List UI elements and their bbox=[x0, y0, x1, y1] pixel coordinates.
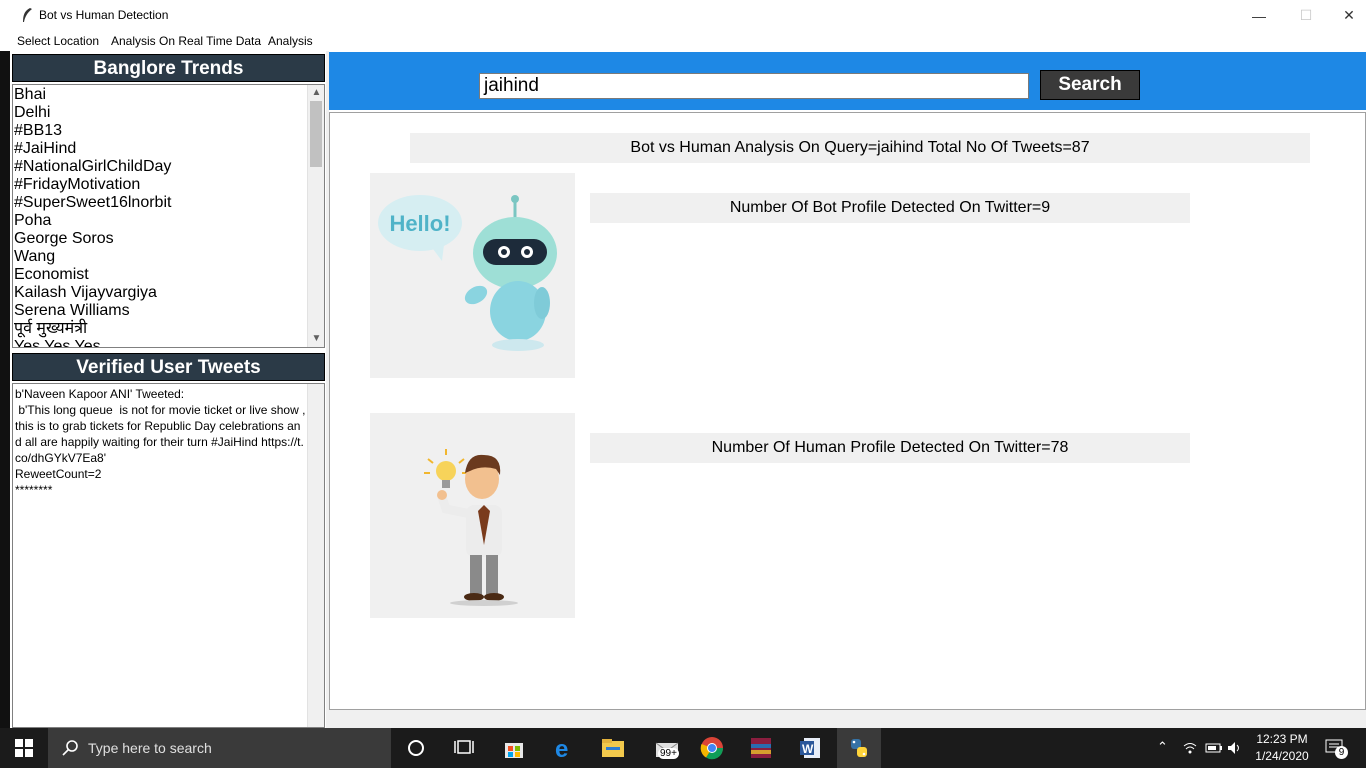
trend-item[interactable]: George Soros bbox=[14, 230, 308, 248]
scroll-down-icon[interactable]: ▼ bbox=[308, 331, 324, 347]
human-count-label: Number Of Human Profile Detected On Twit… bbox=[590, 433, 1190, 463]
trend-item[interactable]: #FridayMotivation bbox=[14, 176, 308, 194]
file-explorer-icon[interactable] bbox=[598, 734, 628, 762]
cortana-icon[interactable] bbox=[401, 734, 431, 762]
menu-select-location[interactable]: Select Location bbox=[17, 34, 99, 48]
verified-scrollbar[interactable] bbox=[307, 384, 324, 727]
analysis-panel: Bot vs Human Analysis On Query=jaihind T… bbox=[329, 112, 1366, 710]
notification-icon[interactable]: 9 bbox=[1320, 734, 1350, 762]
verified-tweets-text: b'Naveen Kapoor ANI' Tweeted: b'This lon… bbox=[15, 387, 306, 497]
trend-item[interactable]: #SuperSweet16lnorbit bbox=[14, 194, 308, 212]
taskbar-search-placeholder: Type here to search bbox=[88, 740, 212, 756]
human-image bbox=[370, 413, 575, 618]
svg-text:W: W bbox=[802, 742, 814, 756]
search-icon bbox=[62, 740, 78, 756]
search-button[interactable]: Search bbox=[1040, 70, 1140, 100]
menu-bar: Select Location Analysis On Real Time Da… bbox=[0, 31, 1366, 51]
trends-scrollbar[interactable]: ▲ ▼ bbox=[307, 85, 324, 347]
clock-time: 12:23 PM bbox=[1256, 732, 1308, 746]
battery-icon[interactable] bbox=[1205, 742, 1223, 754]
mail-badge: 99+ bbox=[658, 748, 679, 759]
verified-tweets-heading: Verified User Tweets bbox=[12, 353, 325, 381]
taskbar: Type here to search e 99+ W ⌃ 12:23 PM 1… bbox=[0, 728, 1366, 768]
search-bar: jaihind Search bbox=[329, 52, 1366, 110]
clock-date: 1/24/2020 bbox=[1255, 749, 1309, 763]
bottom-strip bbox=[329, 710, 1366, 728]
word-icon[interactable]: W bbox=[795, 734, 825, 762]
trends-heading: Banglore Trends bbox=[12, 54, 325, 82]
system-tray: ⌃ bbox=[1155, 728, 1245, 768]
title-bar: Bot vs Human Detection — ☐ ✕ bbox=[0, 0, 1366, 31]
person-icon bbox=[424, 449, 518, 606]
python-app-icon[interactable] bbox=[837, 728, 881, 768]
trend-item[interactable]: Poha bbox=[14, 212, 308, 230]
chevron-up-icon[interactable]: ⌃ bbox=[1157, 739, 1168, 755]
trend-item[interactable]: Economist bbox=[14, 266, 308, 284]
trend-item[interactable]: #JaiHind bbox=[14, 140, 308, 158]
trend-item[interactable]: Serena Williams bbox=[14, 302, 308, 320]
trend-item[interactable]: Delhi bbox=[14, 104, 308, 122]
trend-item[interactable]: Yes Yes Yes bbox=[14, 338, 308, 347]
trend-item[interactable]: पूर्व मुख्यमंत्री bbox=[14, 320, 308, 338]
close-button[interactable]: ✕ bbox=[1326, 0, 1366, 31]
trends-listbox[interactable]: Bhai Delhi #BB13 #JaiHind #NationalGirlC… bbox=[12, 84, 325, 348]
menu-analysis[interactable]: Analysis bbox=[268, 34, 313, 48]
search-input[interactable]: jaihind bbox=[479, 73, 1029, 99]
mail-icon[interactable]: 99+ bbox=[648, 734, 688, 762]
trend-item[interactable]: #NationalGirlChildDay bbox=[14, 158, 308, 176]
window-title: Bot vs Human Detection bbox=[39, 8, 169, 22]
store-icon[interactable] bbox=[499, 734, 529, 762]
volume-icon[interactable] bbox=[1227, 741, 1243, 755]
scroll-thumb[interactable] bbox=[310, 101, 322, 167]
menu-real-time-analysis[interactable]: Analysis On Real Time Data bbox=[111, 34, 261, 48]
scroll-up-icon[interactable]: ▲ bbox=[308, 85, 324, 101]
chrome-icon[interactable] bbox=[697, 734, 727, 762]
maximize-button[interactable]: ☐ bbox=[1283, 0, 1329, 31]
windows-start-icon[interactable] bbox=[0, 728, 48, 768]
task-view-icon[interactable] bbox=[449, 734, 479, 762]
svg-text:e: e bbox=[555, 736, 568, 760]
analysis-title: Bot vs Human Analysis On Query=jaihind T… bbox=[410, 133, 1310, 163]
wifi-icon[interactable] bbox=[1183, 741, 1197, 755]
trend-item[interactable]: #BB13 bbox=[14, 122, 308, 140]
minimize-button[interactable]: — bbox=[1236, 0, 1282, 31]
trend-item[interactable]: Kailash Vijayvargiya bbox=[14, 284, 308, 302]
notification-count: 9 bbox=[1335, 746, 1348, 759]
trend-item[interactable]: Wang bbox=[14, 248, 308, 266]
taskbar-clock[interactable]: 12:23 PM 1/24/2020 bbox=[1248, 731, 1316, 765]
hello-bubble-text: Hello! bbox=[389, 211, 450, 236]
edge-browser-icon[interactable]: e bbox=[549, 734, 579, 762]
left-edge-strip bbox=[0, 51, 10, 728]
winrar-icon[interactable] bbox=[746, 734, 776, 762]
bot-count-label: Number Of Bot Profile Detected On Twitte… bbox=[590, 193, 1190, 223]
taskbar-search-box[interactable]: Type here to search bbox=[48, 728, 391, 768]
verified-tweets-textbox[interactable]: b'Naveen Kapoor ANI' Tweeted: b'This lon… bbox=[12, 383, 325, 728]
bot-image: Hello! bbox=[370, 173, 575, 378]
robot-icon: Hello! bbox=[378, 195, 557, 351]
trend-item[interactable]: Bhai bbox=[14, 86, 308, 104]
feather-icon bbox=[23, 8, 32, 22]
